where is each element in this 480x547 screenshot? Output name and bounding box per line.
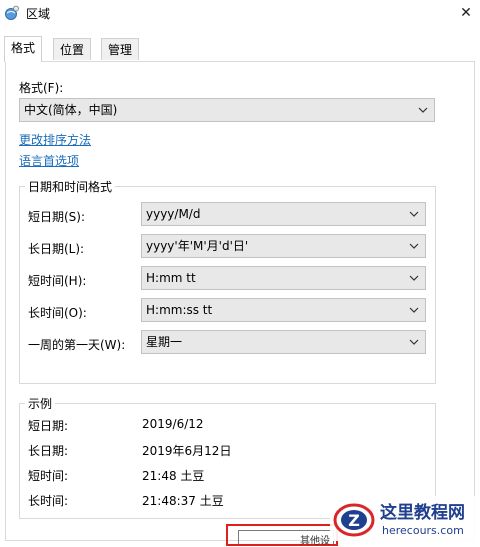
short-date-label: 短日期(S): [28, 210, 86, 224]
watermark-url: herecours.com [382, 524, 464, 537]
watermark-logo: Z 这里教程网 herecours.com [330, 496, 480, 541]
example-short-time-value: 21:48 土豆 [142, 469, 205, 483]
long-date-dropdown[interactable]: yyyy'年'M'月'd'日' [141, 234, 426, 258]
watermark-logo-letter: Z [348, 511, 360, 530]
tab-administrative[interactable]: 管理 [101, 38, 140, 60]
first-day-of-week-label: 一周的第一天(W): [28, 338, 126, 352]
long-time-dropdown[interactable]: H:mm:ss tt [141, 298, 426, 322]
short-time-value: H:mm tt [146, 271, 196, 285]
example-long-date-value: 2019年6月12日 [142, 444, 232, 458]
tab-format-label: 格式 [11, 41, 36, 55]
region-globe-icon [5, 5, 19, 20]
language-preferences-link[interactable]: 语言首选项 [19, 152, 79, 169]
tab-location-label: 位置 [60, 43, 85, 57]
change-sort-link[interactable]: 更改排序方法 [19, 131, 91, 148]
chevron-down-icon [409, 211, 419, 217]
format-value: 中文(简体，中国) [24, 103, 118, 117]
watermark-name: 这里教程网 [380, 502, 465, 523]
chevron-down-icon [418, 107, 428, 113]
long-time-label: 长时间(O): [28, 306, 87, 320]
first-day-of-week-dropdown[interactable]: 星期一 [141, 330, 426, 354]
datetime-formats-title: 日期和时间格式 [25, 178, 116, 195]
short-date-value: yyyy/M/d [146, 207, 201, 221]
long-time-value: H:mm:ss tt [146, 303, 213, 317]
short-date-dropdown[interactable]: yyyy/M/d [141, 202, 426, 226]
first-day-of-week-value: 星期一 [146, 335, 183, 349]
chevron-down-icon [409, 307, 419, 313]
format-dropdown[interactable]: 中文(简体，中国) [19, 98, 435, 122]
long-date-label: 长日期(L): [28, 242, 85, 256]
chevron-down-icon [409, 275, 419, 281]
example-short-date-value: 2019/6/12 [142, 417, 204, 431]
format-label: 格式(F): [19, 81, 64, 95]
short-time-dropdown[interactable]: H:mm tt [141, 266, 426, 290]
example-title: 示例 [25, 395, 56, 412]
example-long-time-value: 21:48:37 土豆 [142, 494, 224, 508]
tab-administrative-label: 管理 [108, 43, 133, 57]
window-title: 区域 [26, 7, 51, 21]
chevron-down-icon [409, 243, 419, 249]
short-time-label: 短时间(H): [28, 274, 87, 288]
example-short-date-label: 短日期: [28, 419, 69, 433]
close-icon[interactable]: ✕ [452, 0, 480, 26]
chevron-down-icon [409, 339, 419, 345]
example-short-time-label: 短时间: [28, 469, 69, 483]
additional-settings-label: 其他设 [300, 536, 330, 547]
title-bar: 区域 ✕ [0, 0, 480, 28]
tab-format[interactable]: 格式 [4, 36, 43, 62]
long-date-value: yyyy'年'M'月'd'日' [146, 239, 249, 253]
example-long-time-label: 长时间: [28, 494, 69, 508]
tab-location[interactable]: 位置 [53, 38, 92, 60]
example-long-date-label: 长日期: [28, 444, 69, 458]
